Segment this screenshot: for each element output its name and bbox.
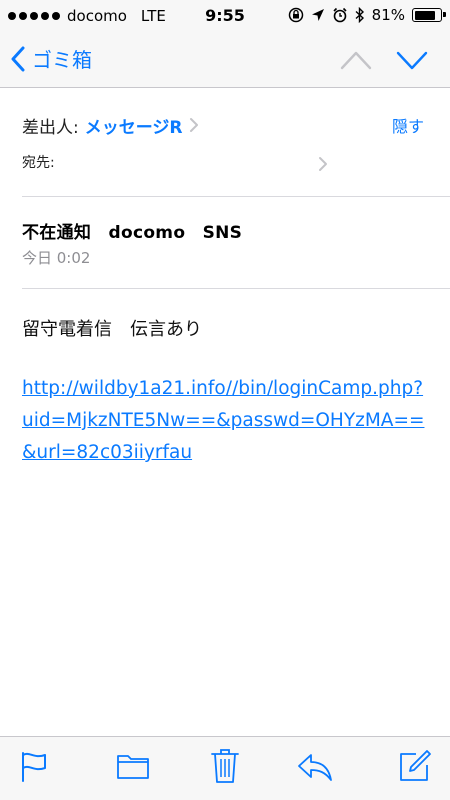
chevron-right-icon [189,118,198,132]
trash-icon [211,749,239,783]
compose-icon [400,750,431,781]
battery-icon [412,8,446,22]
previous-message-button[interactable] [340,48,372,76]
alarm-icon [333,7,347,23]
status-right: 81% [288,6,446,24]
recipient-label: 宛先: [22,155,55,171]
message-date: 今日 0:02 [22,249,91,267]
back-button-label: ゴミ箱 [32,48,92,72]
folder-icon [117,755,149,779]
hide-details-button[interactable]: 隠す [392,113,424,137]
bottom-toolbar [0,736,450,800]
chevron-up-icon [340,51,372,70]
bluetooth-icon [355,7,364,23]
chevron-left-icon [11,46,25,71]
message-subject: 不在通知 docomo SNS [22,223,243,243]
flag-button[interactable] [20,751,48,787]
navigation-bar: ゴミ箱 [0,34,450,88]
reply-icon [298,754,332,781]
sender-name[interactable]: メッセージR [85,113,183,138]
rotation-lock-icon [288,7,303,23]
recipient-row[interactable]: 宛先: [22,152,450,176]
flag-icon [22,752,46,782]
next-message-button[interactable] [396,48,428,76]
battery-fill [414,10,435,20]
battery-percent: 81% [371,6,405,24]
compose-button[interactable] [398,749,432,787]
header-divider [22,196,450,197]
location-icon [311,9,324,21]
sender-label: 差出人: [22,117,79,138]
chevron-down-icon [396,51,428,70]
back-button[interactable]: ゴミ箱 [10,44,92,73]
reply-button[interactable] [296,751,334,787]
chevron-right-icon [319,157,327,171]
message-link[interactable]: http://wildby1a21.info//bin/loginCamp.ph… [22,373,432,469]
delete-button[interactable] [211,748,239,788]
message-body-text: 留守電着信 伝言あり [22,319,202,340]
subject-divider [22,288,450,289]
move-to-folder-button[interactable] [116,751,150,785]
sender-row: 差出人: メッセージR 隠す [22,110,450,140]
status-bar: docomo LTE 9:55 81% [0,0,450,34]
